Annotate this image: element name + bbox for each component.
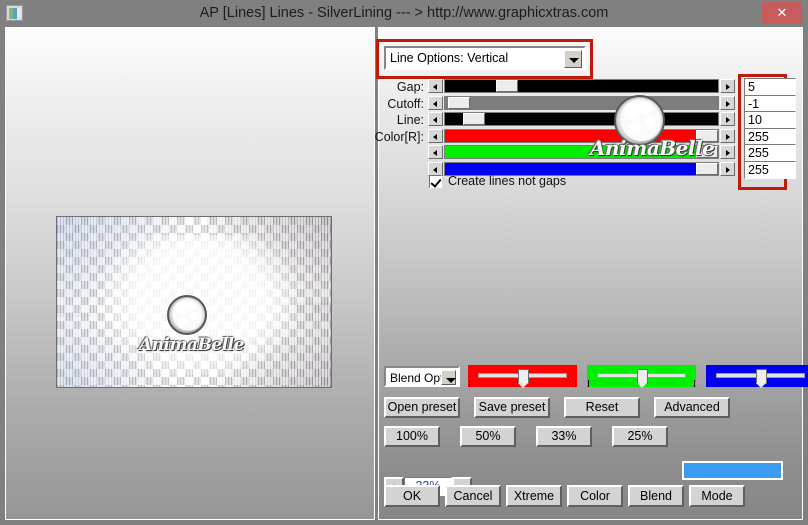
image-preview[interactable]: AnimaBelle	[56, 216, 332, 388]
slider-color-b-left-arrow-icon[interactable]	[428, 161, 443, 176]
blend-red-tick	[575, 380, 576, 387]
value-field-line[interactable]: 10	[744, 111, 796, 129]
color-button[interactable]: Color	[567, 485, 623, 507]
slider-cutoff-right-arrow-icon[interactable]	[720, 95, 735, 110]
slider-line[interactable]	[428, 112, 735, 126]
value-field-gap[interactable]: 5	[744, 78, 796, 96]
value-field-color-r[interactable]: 255	[744, 127, 796, 146]
zoom-33-button[interactable]: 33%	[536, 426, 592, 447]
reset-button[interactable]: Reset	[564, 397, 640, 418]
blend-bar-red[interactable]	[468, 365, 577, 388]
slider-gap-right-arrow-icon[interactable]	[720, 79, 735, 93]
slider-line-left-arrow-icon[interactable]	[428, 112, 443, 126]
blend-options-value: Blend Opti	[390, 371, 447, 385]
blend-blue-knob[interactable]	[755, 369, 767, 388]
checkbox-box[interactable]	[429, 175, 442, 188]
slider-color-r-thumb[interactable]	[696, 129, 718, 142]
current-color-swatch[interactable]	[682, 461, 783, 480]
blend-button[interactable]: Blend	[628, 485, 684, 507]
slider-gap-thumb[interactable]	[495, 80, 518, 92]
blend-red-tick	[469, 380, 470, 387]
advanced-button[interactable]: Advanced	[654, 397, 730, 418]
blend-options-select[interactable]: Blend Opti	[384, 366, 460, 387]
slider-cutoff[interactable]	[428, 95, 735, 110]
vertical-line-pattern	[57, 217, 331, 387]
title-bar: AP [Lines] Lines - SilverLining --- > ht…	[0, 0, 808, 26]
open-preset-button[interactable]: Open preset	[384, 397, 460, 418]
line-options-value: Line Options: Vertical	[390, 51, 509, 65]
value-field-color-g[interactable]: 255	[744, 144, 796, 162]
save-preset-button[interactable]: Save preset	[474, 397, 550, 418]
slider-color-b-thumb[interactable]	[696, 162, 718, 175]
blend-green-tick	[588, 380, 589, 387]
slider-cutoff-track[interactable]	[444, 95, 719, 110]
slider-gap-track[interactable]	[444, 79, 719, 93]
slider-color-r-left-arrow-icon[interactable]	[428, 128, 443, 143]
slider-color-r-track[interactable]	[444, 128, 719, 143]
slider-line-track[interactable]	[444, 112, 719, 126]
blend-green-tick	[694, 380, 695, 387]
controls-panel: Line Options: Vertical Gap: 5 Cutoff: -1 Lin…	[375, 27, 808, 520]
xtreme-button[interactable]: Xtreme	[506, 485, 562, 507]
blend-bar-blue[interactable]	[706, 365, 808, 388]
cancel-button[interactable]: Cancel	[445, 485, 501, 507]
slider-label-gap: Gap:	[396, 80, 424, 94]
blend-chevron-down-icon[interactable]	[441, 370, 456, 385]
ok-button[interactable]: OK	[384, 485, 440, 507]
window-title: AP [Lines] Lines - SilverLining --- > ht…	[199, 5, 609, 21]
slider-line-right-arrow-icon[interactable]	[720, 112, 735, 126]
preview-artwork	[57, 217, 331, 387]
zoom-100-button[interactable]: 100%	[384, 426, 440, 447]
slider-color-r-right-arrow-icon[interactable]	[720, 128, 735, 143]
blend-green-knob[interactable]	[636, 369, 648, 388]
slider-color-g[interactable]	[428, 145, 735, 159]
slider-line-thumb[interactable]	[462, 113, 485, 125]
blend-bar-green[interactable]	[587, 365, 696, 388]
checkbox-label: Create lines not gaps	[448, 174, 567, 188]
slider-color-g-thumb[interactable]	[696, 146, 718, 158]
slider-color-b-right-arrow-icon[interactable]	[720, 161, 735, 176]
slider-gap[interactable]	[428, 79, 735, 93]
slider-gap-left-arrow-icon[interactable]	[428, 79, 443, 93]
zoom-25-button[interactable]: 25%	[612, 426, 668, 447]
slider-color-g-right-arrow-icon[interactable]	[720, 145, 735, 159]
plugin-dialog: AP [Lines] Lines - SilverLining --- > ht…	[0, 0, 808, 525]
slider-color-r[interactable]	[428, 128, 735, 143]
slider-color-g-track[interactable]	[444, 145, 719, 159]
preview-panel: AnimaBelle	[5, 27, 375, 520]
slider-cutoff-left-arrow-icon[interactable]	[428, 95, 443, 110]
line-options-select[interactable]: Line Options: Vertical	[384, 46, 586, 70]
mode-button[interactable]: Mode	[689, 485, 745, 507]
slider-label-color-r: Color[R]:	[374, 129, 424, 144]
slider-label-line: Line:	[396, 113, 424, 127]
zoom-50-button[interactable]: 50%	[460, 426, 516, 447]
value-field-cutoff[interactable]: -1	[744, 94, 796, 113]
chevron-down-icon[interactable]	[564, 50, 582, 68]
blend-blue-tick	[707, 380, 708, 387]
blend-red-knob[interactable]	[517, 369, 529, 388]
value-field-color-b[interactable]: 255	[744, 160, 796, 179]
slider-label-cutoff: Cutoff:	[387, 96, 424, 111]
slider-cutoff-thumb[interactable]	[447, 96, 470, 109]
slider-color-g-left-arrow-icon[interactable]	[428, 145, 443, 159]
close-button[interactable]: ✕	[762, 2, 802, 24]
